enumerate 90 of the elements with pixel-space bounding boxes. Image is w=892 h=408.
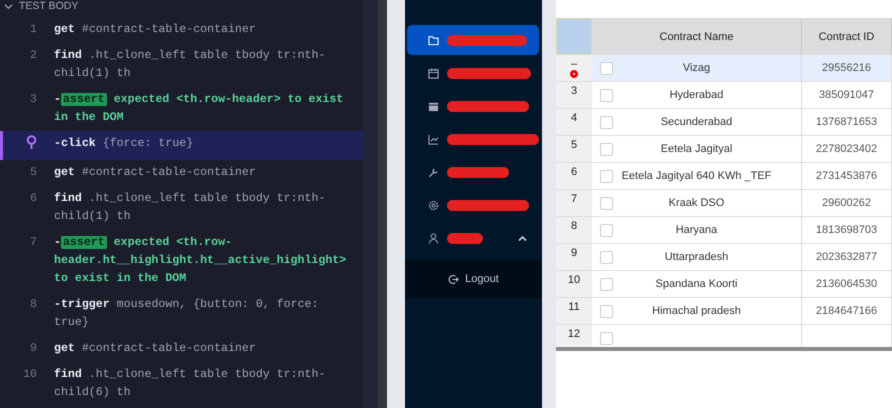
table-cell: 1376871653 xyxy=(802,109,892,136)
row-header[interactable]: 7 xyxy=(570,193,578,205)
chart-icon xyxy=(428,134,439,144)
command-row[interactable]: 5 get #contract-table-container xyxy=(0,160,363,186)
table-cell: 2278023402 xyxy=(802,136,892,163)
table-cell: Himachal pradesh xyxy=(592,298,802,325)
command-text: find .ht_clone_left table tbody tr:nth-child(1) th xyxy=(54,191,326,225)
redaction-mark xyxy=(447,166,509,178)
folder-icon xyxy=(428,34,439,46)
row-checkbox[interactable] xyxy=(600,116,613,129)
table-cell: 29556216 xyxy=(802,55,892,82)
row-header[interactable]: 8 xyxy=(570,220,578,232)
splitter-bar[interactable] xyxy=(378,0,387,408)
user-icon xyxy=(428,232,439,244)
command-row[interactable]: 7 - assert expected <th.row-header.ht__highlight.ht__active_highlight> to exist in the DOM xyxy=(0,230,363,292)
command-text: -trigger mousedown, {button: 0, force: true} xyxy=(54,297,320,331)
table-cell: Secunderabad xyxy=(592,109,802,136)
line-number: 6 xyxy=(30,192,37,205)
row-header[interactable]: 5 xyxy=(570,139,578,151)
row-header[interactable]: 11 xyxy=(568,301,580,313)
row-header[interactable]: 4 xyxy=(570,112,578,124)
calendar-icon xyxy=(428,68,439,78)
command-text: -click {force: true} xyxy=(54,136,194,152)
command-row[interactable]: 3 - assert expected <th.row-header> to exist in the DOM xyxy=(0,87,363,131)
logout-button[interactable]: Logout xyxy=(405,260,542,298)
line-number: 5 xyxy=(30,166,37,179)
logout-icon xyxy=(448,274,460,284)
table-cell: Kraak DSO xyxy=(592,190,802,217)
table-cell: Uttarpradesh xyxy=(592,244,802,271)
row-checkbox[interactable] xyxy=(600,251,613,264)
row-header[interactable]: 12 xyxy=(568,328,580,340)
table-cell: 2136064530 xyxy=(802,271,892,298)
command-row[interactable]: 8 -trigger mousedown, {button: 0, force: true} xyxy=(0,292,363,336)
settings-icon xyxy=(428,200,439,210)
command-row[interactable]: 9 get #contract-table-container xyxy=(0,336,363,362)
line-number: 3 xyxy=(30,93,37,106)
line-number: 10 xyxy=(23,368,37,381)
row-checkbox[interactable] xyxy=(600,224,613,237)
row-checkbox[interactable] xyxy=(600,278,613,291)
row-checkbox[interactable] xyxy=(600,332,613,345)
command-row[interactable]: 1 get #contract-table-container xyxy=(0,17,363,43)
row-checkbox[interactable] xyxy=(600,197,613,210)
line-number: 9 xyxy=(30,342,37,355)
table-cell: 2184647166 xyxy=(802,298,892,325)
table-cell: Hyderabad xyxy=(592,82,802,109)
command-text: - assert expected <th.row-header.ht__highlight.ht__active_highlight> to exist in the DOM xyxy=(54,235,348,287)
chevron-icon[interactable] xyxy=(4,2,13,10)
line-number: 2 xyxy=(30,49,37,62)
section-title[interactable]: TEST BODY xyxy=(19,0,78,12)
row-checkbox[interactable] xyxy=(600,170,613,183)
cursor-dot-icon xyxy=(570,70,578,78)
row-header[interactable]: 3 xyxy=(570,85,578,97)
table-cell: 1813698703 xyxy=(802,217,892,244)
row-checkbox[interactable] xyxy=(600,305,613,318)
table-cell: Vizag xyxy=(592,55,802,82)
row-checkbox[interactable] xyxy=(600,62,613,75)
command-text: - assert expected <th.row-header> to exist in the DOM xyxy=(54,92,344,126)
corner-cell[interactable] xyxy=(556,18,592,55)
row-header[interactable]: 10 xyxy=(568,274,580,286)
table-cell: Haryana xyxy=(592,217,802,244)
table-cell: 29600262 xyxy=(802,190,892,217)
table-cell: Spandana Koorti xyxy=(592,271,802,298)
row-header[interactable]: 6 xyxy=(570,166,578,178)
column-header[interactable]: Contract ID xyxy=(802,18,892,55)
redaction-mark xyxy=(447,232,483,244)
row-header[interactable]: – xyxy=(570,58,578,70)
row-checkbox[interactable] xyxy=(600,89,613,102)
chevron-up-icon xyxy=(518,234,527,242)
command-text: find .ht_clone_left table tbody tr:nth-child(6) th xyxy=(54,367,326,401)
table-cell: 2731453876 xyxy=(802,163,892,190)
command-text: get #contract-table-container xyxy=(54,165,257,181)
table-cell: 2023632877 xyxy=(802,244,892,271)
command-text: get #contract-table-container xyxy=(54,341,257,357)
command-row[interactable]: 6 find .ht_clone_left table tbody tr:nth-child(1) th xyxy=(0,186,363,230)
row-checkbox[interactable] xyxy=(600,143,613,156)
wrench-icon xyxy=(428,166,439,178)
line-number: 8 xyxy=(30,298,37,311)
command-text: find .ht_clone_left table tbody tr:nth-child(1) th xyxy=(54,48,326,82)
command-row[interactable]: 2 find .ht_clone_left table tbody tr:nth-child(1) th xyxy=(0,43,363,87)
column-header[interactable]: Contract Name xyxy=(592,18,802,55)
table-cell: Eetela Jagityal 640 KWh _TEF xyxy=(592,163,802,190)
command-text: get #contract-table-container xyxy=(54,22,257,38)
command-row[interactable]: -click {force: true} xyxy=(0,131,363,160)
command-row[interactable]: 10 find .ht_clone_left table tbody tr:nth-child(6) th xyxy=(0,362,363,406)
table-cell: Eetela Jagityal xyxy=(592,136,802,163)
calendar-icon xyxy=(428,100,439,112)
line-number: 7 xyxy=(30,236,37,249)
line-number: 1 xyxy=(30,23,37,36)
row-header[interactable]: 9 xyxy=(570,247,578,259)
table-cell: 385091047 xyxy=(802,82,892,109)
